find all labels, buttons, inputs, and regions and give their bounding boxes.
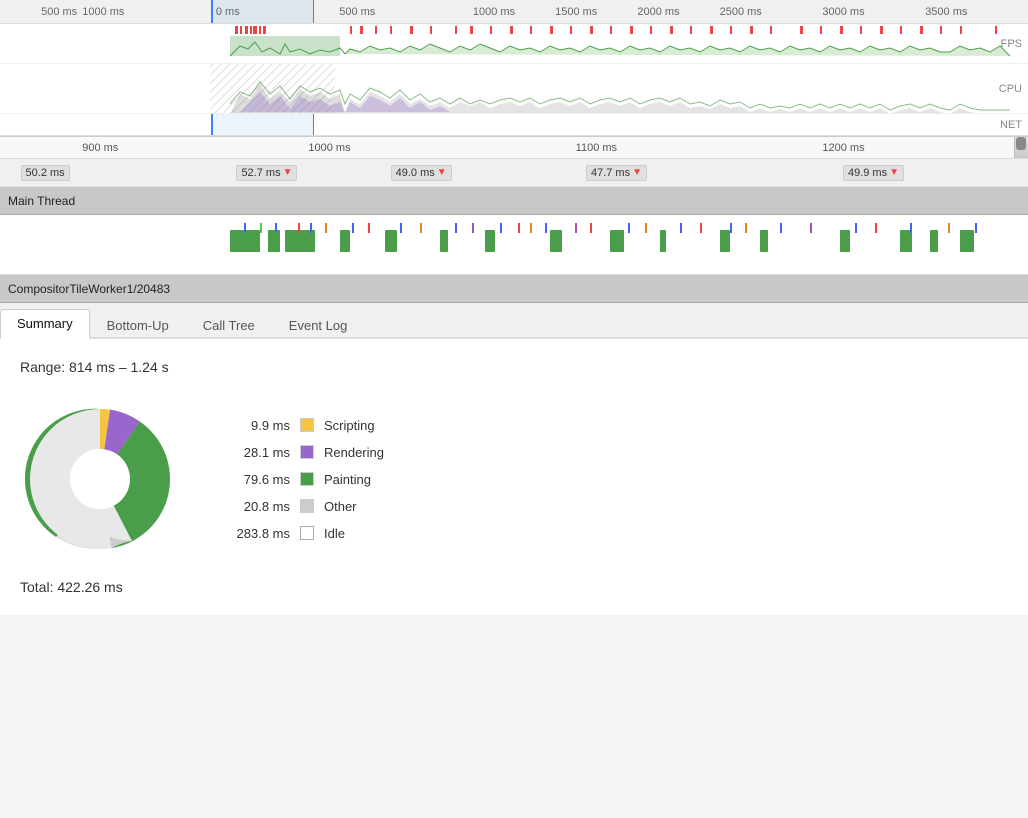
detail-ruler-label: 1200 ms — [822, 142, 864, 154]
fps-chart — [0, 24, 1028, 64]
cpu-chart — [0, 64, 1028, 114]
total-text: Total: 422.26 ms — [20, 579, 1008, 595]
pie-chart-wrapper — [20, 399, 180, 559]
detail-ruler: 900 ms 1000 ms 1100 ms 1200 ms — [0, 137, 1028, 159]
detail-ruler-label: 1000 ms — [308, 142, 350, 154]
tab-summary[interactable]: Summary — [0, 309, 90, 339]
legend-swatch — [300, 418, 314, 432]
legend-item: 20.8 ms Other — [220, 499, 384, 514]
legend-value: 79.6 ms — [220, 472, 290, 487]
chart-legend-container: 9.9 ms Scripting 28.1 ms Rendering 79.6 ms Pa… — [20, 399, 1008, 559]
legend: 9.9 ms Scripting 28.1 ms Rendering 79.6 ms Pa… — [220, 418, 384, 541]
selected-range — [211, 0, 314, 23]
tab-call-tree[interactable]: Call Tree — [186, 311, 272, 339]
tab-event-log[interactable]: Event Log — [272, 311, 365, 339]
tabs-bar: SummaryBottom-UpCall TreeEvent Log — [0, 303, 1028, 339]
legend-label: Painting — [324, 472, 371, 487]
cpu-track: CPU — [0, 64, 1028, 114]
detail-ruler-label: 900 ms — [82, 142, 118, 154]
legend-swatch — [300, 445, 314, 459]
legend-label: Idle — [324, 526, 345, 541]
legend-value: 283.8 ms — [220, 526, 290, 541]
scroll-indicator[interactable] — [1014, 137, 1028, 158]
net-track: NET — [0, 114, 1028, 136]
ruler-labels: 500 ms1000 ms0 ms500 ms1000 ms1500 ms200… — [0, 0, 1028, 23]
main-thread-label: Main Thread — [8, 194, 75, 208]
pie-chart — [20, 399, 180, 559]
ruler-label: 500 ms — [339, 6, 375, 18]
compositor-thread-label: CompositorTileWorker1/20483 — [8, 282, 170, 296]
tab-bottom-up[interactable]: Bottom-Up — [90, 311, 186, 339]
detail-ruler-label: 1100 ms — [576, 142, 617, 154]
frame-badge: 50.2 ms — [21, 165, 70, 181]
frame-badge: 47.7 ms▼ — [586, 165, 647, 181]
legend-item: 79.6 ms Painting — [220, 472, 384, 487]
main-thread-header: Main Thread — [0, 187, 1028, 215]
ruler-label: 3500 ms — [925, 6, 967, 18]
legend-item: 28.1 ms Rendering — [220, 445, 384, 460]
fps-track: FPS — [0, 24, 1028, 64]
main-thread-track — [0, 215, 1028, 275]
frame-timing: 50.2 ms 52.7 ms▼ 49.0 ms▼ 47.7 ms▼ 49.9 ms▼ — [0, 159, 1028, 187]
summary-panel: Range: 814 ms – 1.24 s — [0, 339, 1028, 615]
legend-swatch — [300, 499, 314, 513]
legend-value: 20.8 ms — [220, 499, 290, 514]
ruler-label: 1000 ms — [82, 6, 124, 18]
scroll-thumb[interactable] — [1016, 137, 1026, 150]
range-text: Range: 814 ms – 1.24 s — [20, 359, 1008, 375]
compositor-thread-header: CompositorTileWorker1/20483 — [0, 275, 1028, 303]
timeline-ruler: 500 ms1000 ms0 ms500 ms1000 ms1500 ms200… — [0, 0, 1028, 24]
frame-badge: 49.0 ms▼ — [391, 165, 452, 181]
net-label: NET — [1000, 119, 1022, 131]
legend-swatch — [300, 526, 314, 540]
legend-value: 9.9 ms — [220, 418, 290, 433]
timeline-container: 500 ms1000 ms0 ms500 ms1000 ms1500 ms200… — [0, 0, 1028, 137]
ruler-label: 1000 ms — [473, 6, 515, 18]
ruler-label: 1500 ms — [555, 6, 597, 18]
net-selected-range — [211, 114, 314, 135]
legend-swatch — [300, 472, 314, 486]
frame-badge: 52.7 ms▼ — [236, 165, 297, 181]
main-thread-chart — [0, 215, 1028, 275]
legend-item: 283.8 ms Idle — [220, 526, 384, 541]
frame-badge: 49.9 ms▼ — [843, 165, 904, 181]
legend-item: 9.9 ms Scripting — [220, 418, 384, 433]
legend-value: 28.1 ms — [220, 445, 290, 460]
ruler-label: 500 ms — [41, 6, 77, 18]
legend-label: Scripting — [324, 418, 375, 433]
ruler-label: 2000 ms — [637, 6, 679, 18]
ruler-label: 2500 ms — [720, 6, 762, 18]
ruler-label: 3000 ms — [822, 6, 864, 18]
legend-label: Other — [324, 499, 357, 514]
legend-label: Rendering — [324, 445, 384, 460]
